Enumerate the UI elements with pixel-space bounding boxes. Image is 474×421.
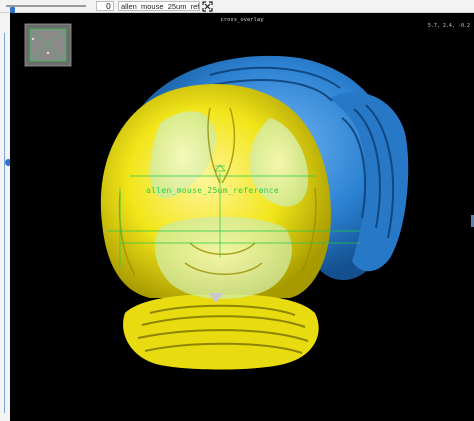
left-panel: [0, 13, 12, 421]
overlay-volume-label: allen_mouse_25um_reference: [146, 186, 280, 195]
orientation-minimap[interactable]: [24, 23, 72, 67]
reference-volume: [100, 84, 331, 370]
index-spinbox[interactable]: 0: [96, 1, 114, 11]
toolbar: 0 allen_mouse_25um_reference: [0, 0, 474, 15]
slice-slider[interactable]: [4, 33, 12, 413]
fit-view-icon[interactable]: [202, 1, 213, 12]
volume-name-field[interactable]: allen_mouse_25um_reference: [118, 1, 200, 11]
image-viewer[interactable]: cross_overlay 5.7, 2.4, -0.2 allen_mouse…: [10, 13, 474, 421]
brain-slice-render: [24, 23, 409, 370]
opacity-slider[interactable]: [6, 5, 86, 15]
viewer-title: cross_overlay: [220, 17, 264, 23]
cursor-coordinates: 5.7, 2.4, -0.2: [427, 23, 470, 29]
